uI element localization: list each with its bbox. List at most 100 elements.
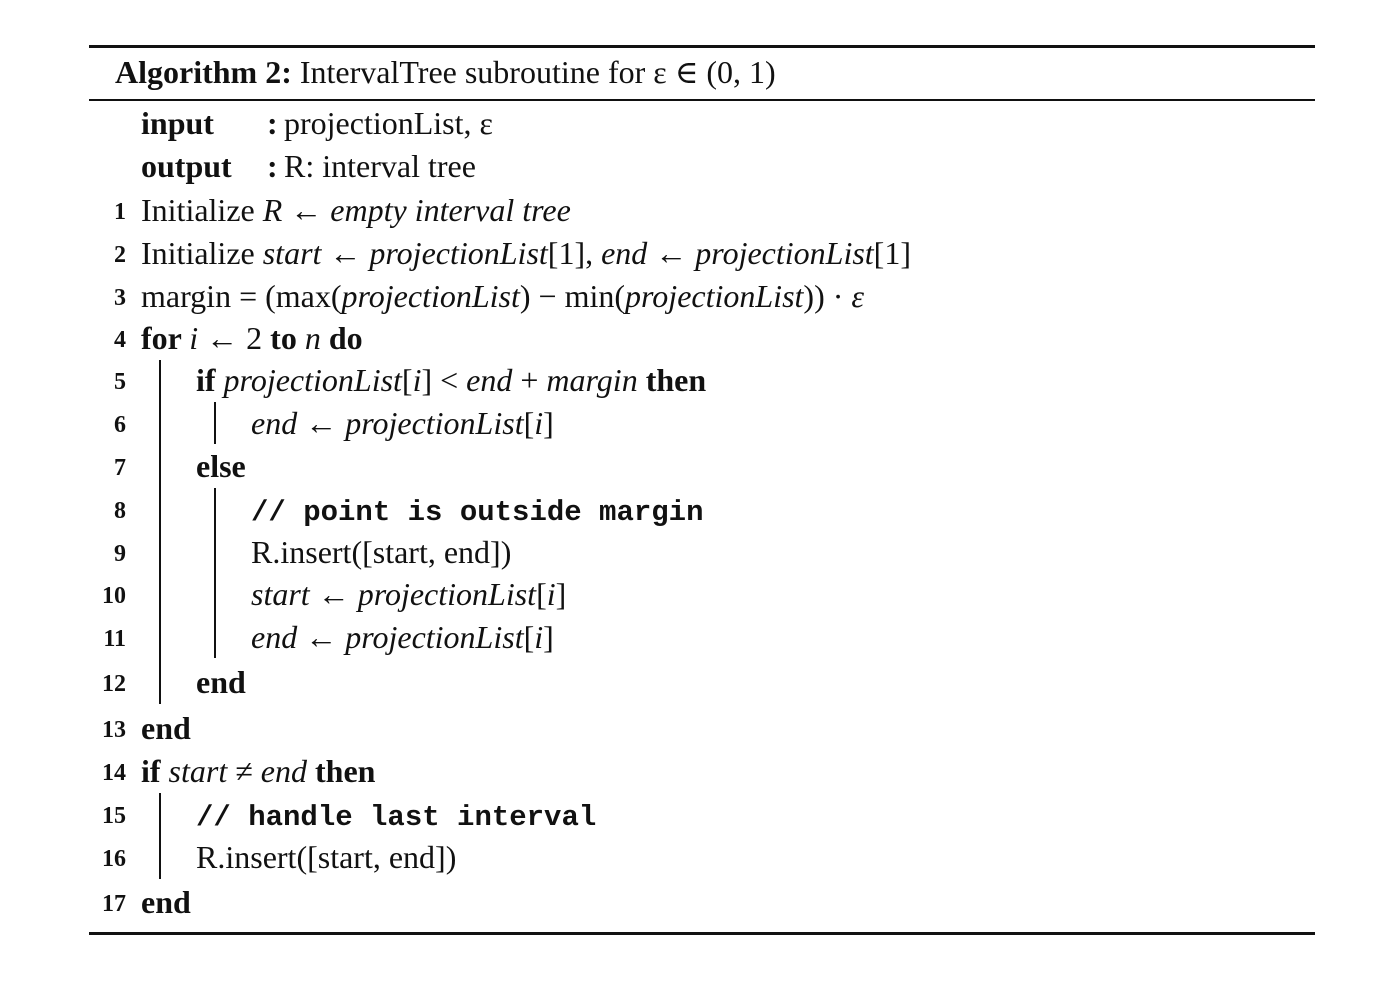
line-number: 15	[102, 803, 126, 829]
keyword: if	[141, 753, 169, 789]
math-variable: projectionList	[223, 362, 402, 398]
keyword: then	[637, 362, 707, 398]
line-number: 5	[114, 369, 126, 395]
math-variable: projectionList	[695, 235, 874, 271]
code-text: ←	[297, 619, 346, 655]
keyword: else	[196, 448, 246, 484]
line-number: 10	[102, 583, 126, 609]
comment: // handle last interval	[196, 801, 597, 834]
math-variable: end	[260, 753, 307, 789]
code-text: ]	[555, 576, 567, 612]
code-text: ←	[282, 192, 331, 228]
line-number: 8	[114, 498, 126, 524]
line-code: end	[141, 708, 191, 748]
code-text: [1]	[873, 235, 911, 271]
math-variable: empty interval tree	[330, 192, 571, 228]
input-colon: :	[267, 105, 278, 141]
line-number: 1	[114, 199, 126, 225]
final-if-block-bar	[159, 793, 161, 879]
math-variable: start	[168, 753, 228, 789]
line-code: margin = (max(projectionList) − min(proj…	[141, 276, 864, 316]
line-code: R.insert([start, end])	[251, 532, 511, 572]
keyword: for	[141, 320, 190, 356]
line-number: 7	[114, 455, 126, 481]
math-variable: start	[262, 235, 322, 271]
keyword: to	[270, 320, 305, 356]
code-text: ←	[309, 576, 358, 612]
code-text: margin = (max(	[141, 278, 342, 314]
line-code: else	[196, 446, 246, 486]
math-variable: projectionList	[369, 235, 548, 271]
line-number: 13	[102, 717, 126, 743]
line-number: 9	[114, 541, 126, 567]
code-text: [	[401, 362, 413, 398]
keyword: end	[196, 664, 246, 700]
output-label: output	[141, 148, 232, 184]
line-code: Initialize R ← empty interval tree	[141, 190, 571, 230]
math-variable: end	[251, 619, 298, 655]
line-number: 17	[102, 891, 126, 917]
math-variable: projectionList	[625, 278, 804, 314]
line-code: end ← projectionList[i]	[251, 403, 554, 443]
code-text: ] <	[421, 362, 467, 398]
line-number: 12	[102, 671, 126, 697]
line-number: 14	[102, 760, 126, 786]
math-variable: ε	[851, 278, 864, 314]
math-variable: start	[251, 576, 310, 612]
line-number: 6	[114, 412, 126, 438]
math-variable: end	[466, 362, 513, 398]
keyword: end	[141, 710, 191, 746]
line-code: end ← projectionList[i]	[251, 617, 554, 657]
code-text: ) − min(	[519, 278, 626, 314]
keyword: if	[196, 362, 224, 398]
code-text: ←	[321, 235, 370, 271]
code-text: R.insert([start, end])	[251, 534, 512, 570]
code-text: [	[536, 576, 547, 612]
line-code: for i ← 2 to n do	[141, 318, 363, 358]
line-code: if projectionList[i] < end + margin then	[196, 360, 706, 400]
if-block-bar	[214, 402, 216, 444]
code-text: ≠	[227, 753, 261, 789]
code-text: ←	[647, 235, 696, 271]
line-code: start ← projectionList[i]	[251, 574, 566, 614]
math-variable: i	[534, 619, 544, 655]
top-rule	[89, 45, 1315, 48]
code-text: +	[512, 362, 547, 398]
caption-rule	[89, 99, 1315, 101]
line-code: end	[141, 882, 191, 922]
math-variable: projectionList	[345, 405, 524, 441]
math-variable: R	[262, 192, 283, 228]
algorithm-title: IntervalTree subroutine for ε ∈ (0, 1)	[299, 54, 776, 90]
code-text: ←	[297, 405, 346, 441]
line-code: Initialize start ← projectionList[1], en…	[141, 233, 911, 273]
math-variable: projectionList	[341, 278, 520, 314]
code-text: Initialize	[141, 192, 263, 228]
bottom-rule	[89, 932, 1315, 935]
comment: // point is outside margin	[251, 496, 704, 529]
output-colon: :	[267, 148, 278, 184]
keyword: do	[320, 320, 363, 356]
line-code: if start ≠ end then	[141, 751, 375, 791]
math-variable: i	[546, 576, 556, 612]
math-variable: i	[189, 320, 199, 356]
line-number: 3	[114, 285, 126, 311]
math-variable: margin	[546, 362, 638, 398]
code-text: R.insert([start, end])	[196, 839, 457, 875]
line-code: // point is outside margin	[251, 489, 703, 533]
input-value: projectionList, ε	[284, 105, 493, 141]
line-code: R.insert([start, end])	[196, 837, 456, 877]
algorithm-caption: Algorithm 2: IntervalTree subroutine for…	[115, 52, 776, 92]
line-number: 4	[114, 327, 126, 353]
code-text: Initialize	[141, 235, 263, 271]
line-number: 2	[114, 242, 126, 268]
else-block-bar	[214, 488, 216, 658]
math-variable: end	[251, 405, 298, 441]
keyword: end	[141, 884, 191, 920]
math-variable: i	[534, 405, 544, 441]
math-variable: end	[601, 235, 648, 271]
math-variable: projectionList	[345, 619, 524, 655]
math-variable: n	[304, 320, 321, 356]
output-value: R: interval tree	[284, 148, 476, 184]
keyword: then	[307, 753, 376, 789]
input-label: input	[141, 105, 214, 141]
